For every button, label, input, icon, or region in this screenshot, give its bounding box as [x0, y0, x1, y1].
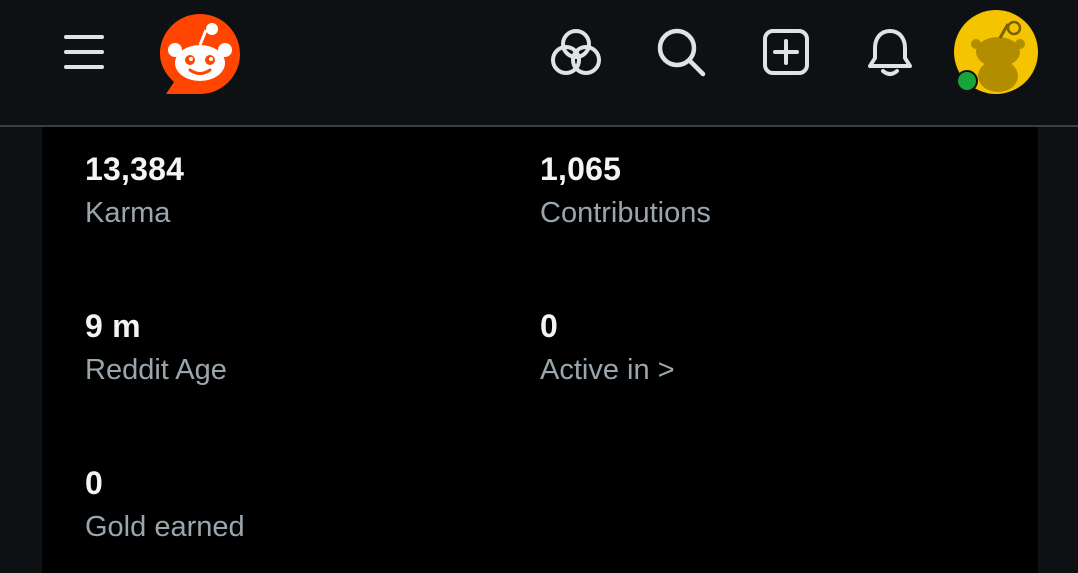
create-post-icon — [763, 29, 809, 75]
contributions-stat: 1,065 Contributions — [540, 149, 960, 231]
top-app-bar — [0, 0, 1078, 127]
active-in-stat[interactable]: 0 Active in > — [540, 306, 960, 388]
menu-button[interactable] — [56, 24, 112, 80]
karma-value: 13,384 — [85, 151, 185, 187]
contributions-value: 1,065 — [540, 151, 622, 187]
reddit-snoo-logo-icon — [160, 14, 240, 94]
reddit-age-stat: 9 m Reddit Age — [85, 306, 505, 388]
bell-icon — [868, 29, 912, 76]
active-in-value: 0 — [540, 308, 558, 344]
search-icon — [657, 28, 706, 77]
active-in-link[interactable]: Active in > — [540, 352, 960, 388]
online-status-dot-icon — [956, 70, 978, 92]
reddit-age-label: Reddit Age — [85, 354, 227, 386]
explore-communities-icon — [551, 29, 601, 75]
notifications-button[interactable] — [862, 24, 918, 80]
contributions-label: Contributions — [540, 197, 711, 229]
gold-earned-value: 0 — [85, 465, 103, 501]
gold-earned-label: Gold earned — [85, 511, 245, 543]
search-button[interactable] — [653, 24, 709, 80]
gold-earned-stat: 0 Gold earned — [85, 463, 505, 545]
karma-label: Karma — [85, 197, 171, 229]
user-avatar-button[interactable] — [952, 8, 1040, 96]
reddit-age-value: 9 m — [85, 308, 141, 344]
explore-communities-button[interactable] — [548, 24, 604, 80]
reddit-logo-home-link[interactable] — [156, 10, 244, 98]
profile-stats-panel: 13,384 Karma 1,065 Contributions 9 m Red… — [42, 127, 1038, 573]
hamburger-menu-icon — [64, 35, 104, 69]
create-post-button[interactable] — [758, 24, 814, 80]
karma-stat: 13,384 Karma — [85, 149, 505, 231]
